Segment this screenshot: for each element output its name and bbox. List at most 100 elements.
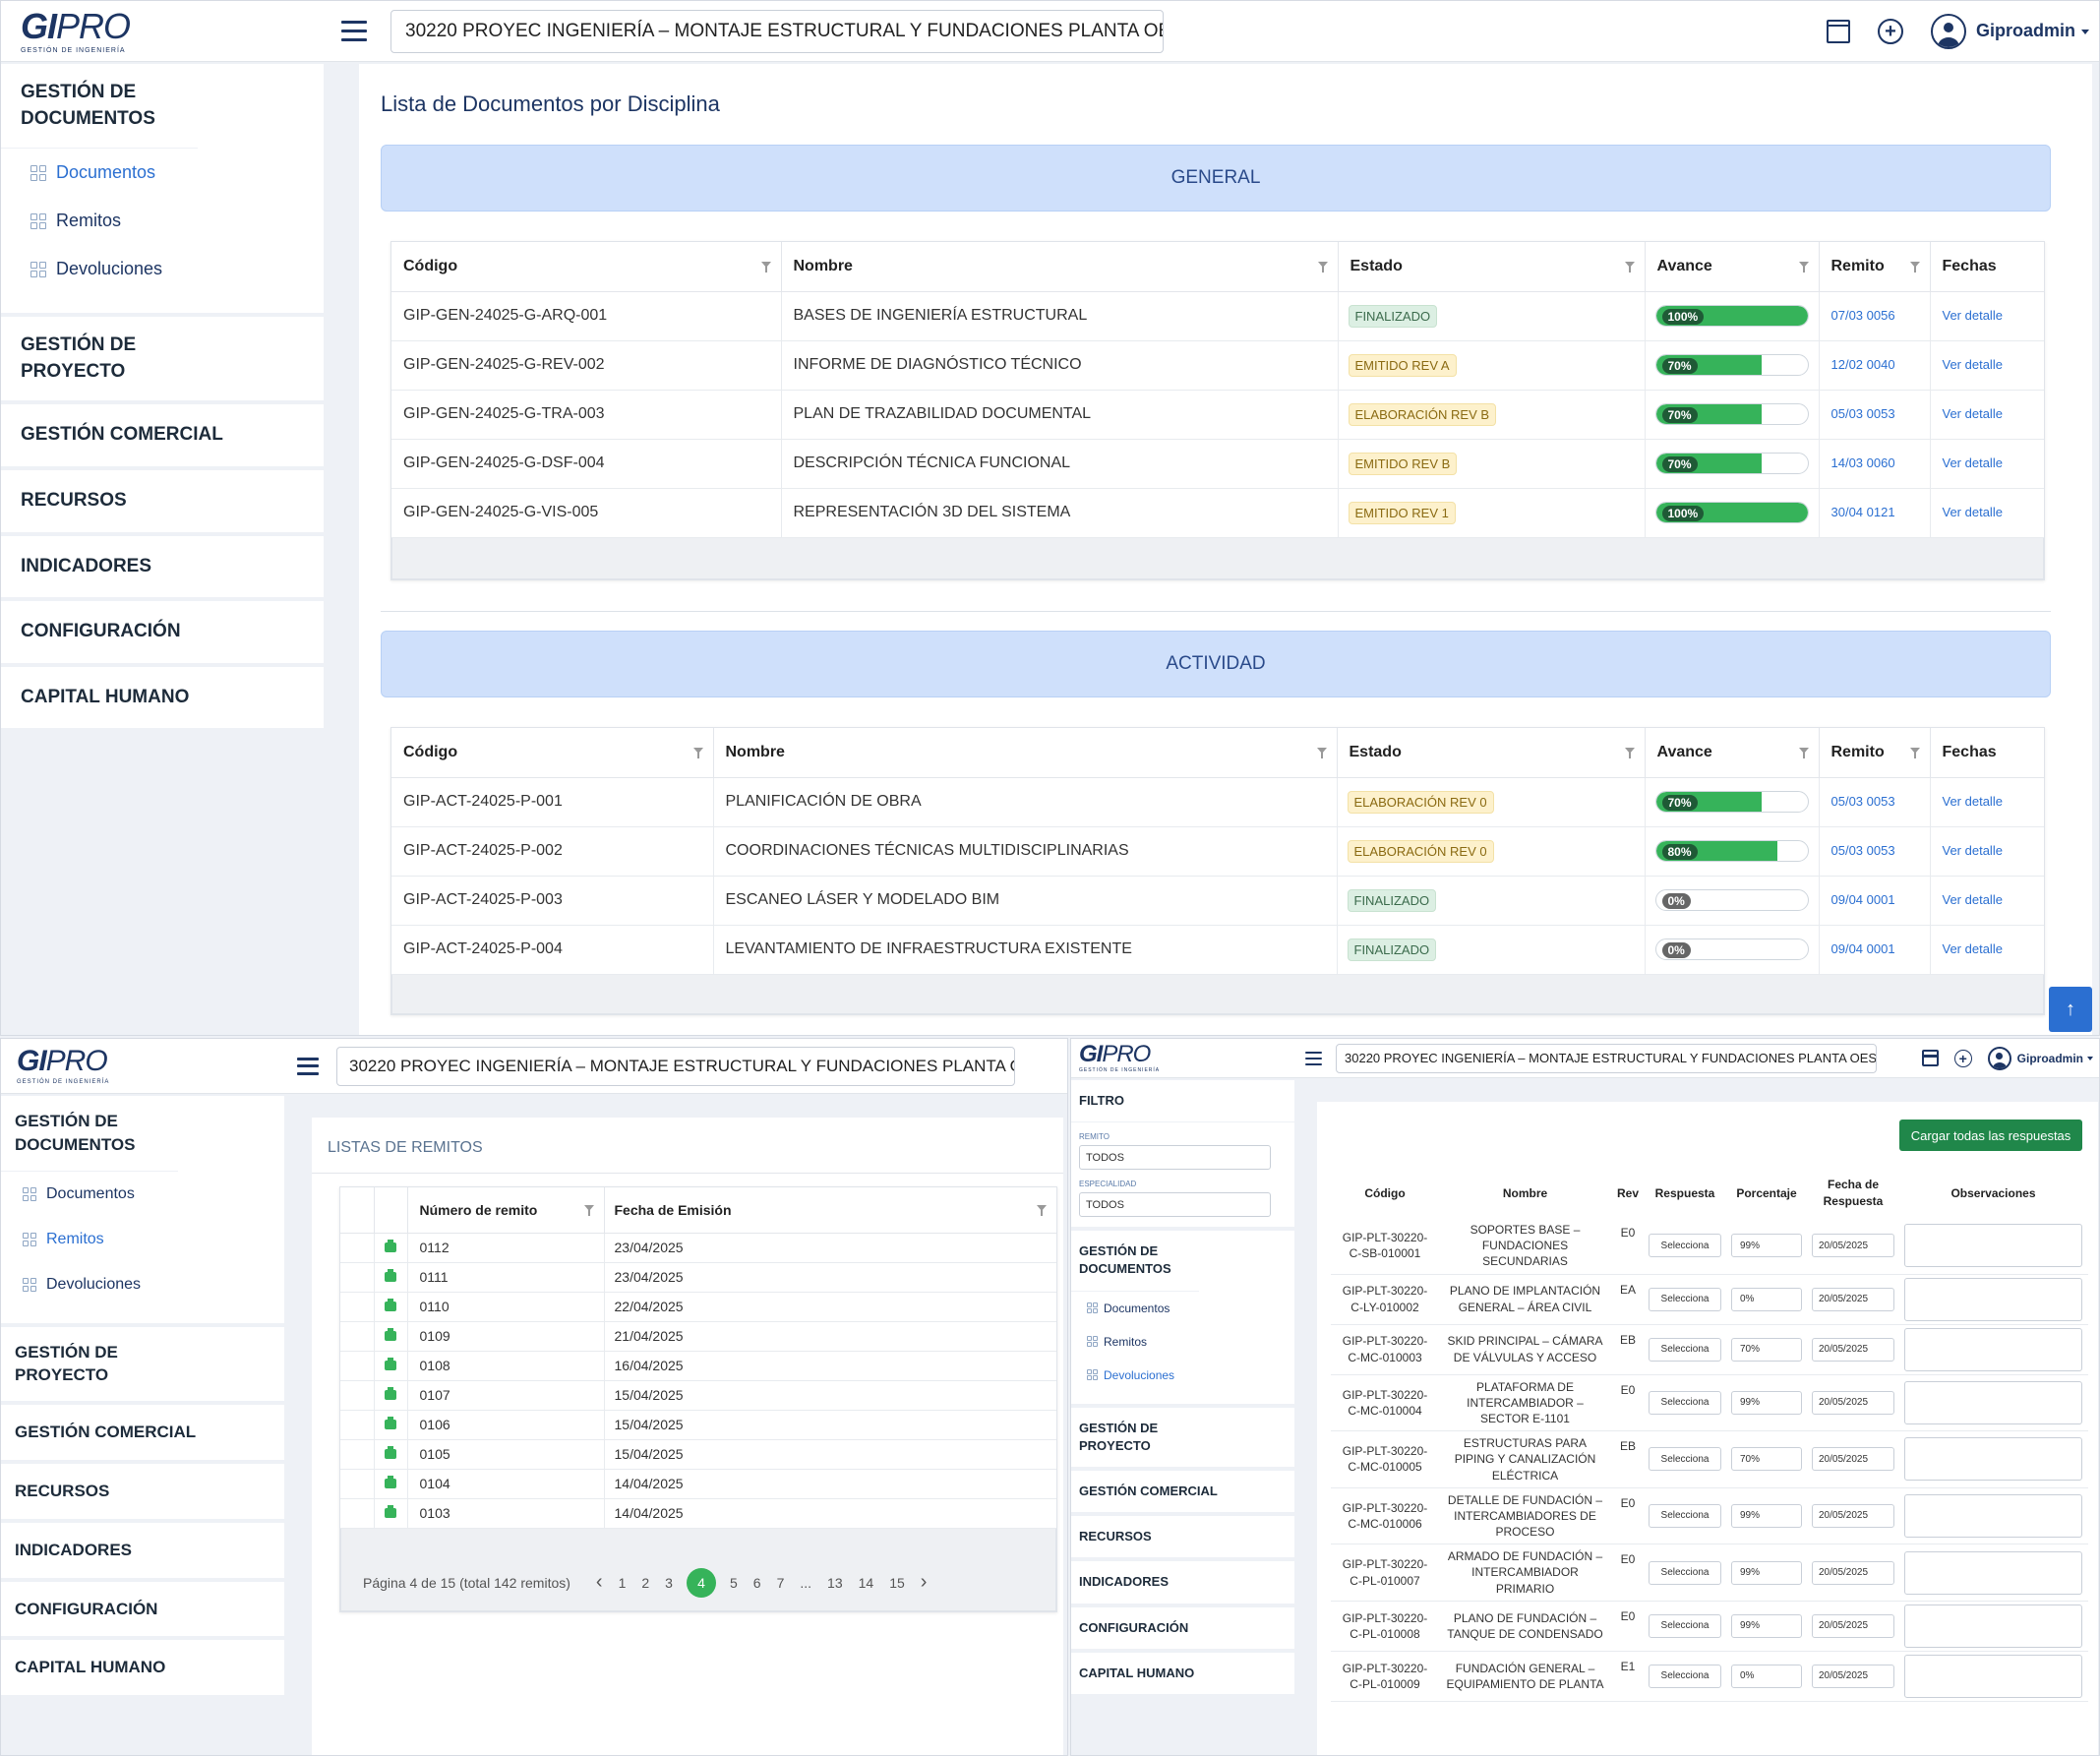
remito-link[interactable]: 14/03 0060: [1831, 455, 1895, 470]
col-estado[interactable]: Estado: [1337, 728, 1646, 778]
respuesta-select[interactable]: Selecciona: [1649, 1613, 1721, 1638]
project-select[interactable]: 30220 PROYEC INGENIERÍA – MONTAJE ESTRUC…: [1336, 1043, 1877, 1073]
filter-icon[interactable]: [760, 261, 771, 272]
ver-detalle-link[interactable]: Ver detalle: [1943, 308, 2003, 323]
hamburger-icon[interactable]: [1305, 1051, 1322, 1065]
remito-link[interactable]: 07/03 0056: [1831, 308, 1895, 323]
sidebar-item-devoluciones[interactable]: Devoluciones: [1, 245, 324, 293]
sidebar-item-documentos[interactable]: Documentos: [1, 1172, 284, 1217]
col-fecha-emision[interactable]: Fecha de Emisión: [604, 1187, 1056, 1234]
row-select-cell[interactable]: [340, 1262, 375, 1293]
sidebar-heading-configuracion[interactable]: CONFIGURACIÓN: [1, 601, 324, 663]
sidebar-heading-recursos[interactable]: RECURSOS: [1071, 1516, 1294, 1557]
page-link[interactable]: 3: [665, 1575, 673, 1591]
table-row[interactable]: GIP-GEN-24025-G-VIS-005 REPRESENTACIÓN 3D…: [391, 488, 2044, 538]
row-select-cell[interactable]: [340, 1233, 375, 1263]
sidebar-heading-gestion-documentos[interactable]: GESTIÓN DE DOCUMENTOS: [1, 64, 198, 150]
fecha-input[interactable]: 20/05/2025: [1812, 1390, 1894, 1415]
remito-link[interactable]: 05/03 0053: [1831, 843, 1895, 858]
project-select[interactable]: 30220 PROYEC INGENIERÍA – MONTAJE ESTRUC…: [390, 9, 1164, 53]
table-row[interactable]: 0111 23/04/2025: [340, 1262, 1056, 1293]
ver-detalle-link[interactable]: Ver detalle: [1943, 455, 2003, 470]
printer-icon[interactable]: [385, 1416, 396, 1429]
plus-circle-icon[interactable]: +: [1877, 18, 1903, 44]
sidebar-heading-configuracion[interactable]: CONFIGURACIÓN: [1, 1582, 284, 1637]
table-row[interactable]: 0104 14/04/2025: [340, 1469, 1056, 1499]
table-row[interactable]: 0107 15/04/2025: [340, 1380, 1056, 1411]
filter-icon[interactable]: [1909, 261, 1920, 272]
col-numero-remito[interactable]: Número de remito: [407, 1187, 605, 1234]
sidebar-heading-gestion-proyecto[interactable]: GESTIÓN DE PROYECTO: [1, 317, 198, 400]
table-row[interactable]: 0110 22/04/2025: [340, 1292, 1056, 1322]
col-codigo[interactable]: Código: [391, 728, 714, 778]
fecha-input[interactable]: 20/05/2025: [1812, 1560, 1894, 1585]
fecha-input[interactable]: 20/05/2025: [1812, 1287, 1894, 1311]
page-link[interactable]: 7: [777, 1575, 785, 1591]
observaciones-textarea[interactable]: [1904, 1437, 2082, 1482]
table-row[interactable]: 0103 14/04/2025: [340, 1498, 1056, 1529]
porcentaje-input[interactable]: 99%: [1731, 1613, 1802, 1638]
sidebar-heading-gestion-comercial[interactable]: GESTIÓN COMERCIAL: [1, 404, 324, 466]
sidebar-heading-capital-humano[interactable]: CAPITAL HUMANO: [1071, 1653, 1294, 1694]
respuesta-select[interactable]: Selecciona: [1649, 1503, 1721, 1528]
sidebar-heading-recursos[interactable]: RECURSOS: [1, 1464, 284, 1519]
table-row[interactable]: GIP-ACT-24025-P-001 PLANIFICACIÓN DE OBRA…: [391, 777, 2044, 827]
observaciones-textarea[interactable]: [1904, 1493, 2082, 1538]
row-select-cell[interactable]: [340, 1410, 375, 1440]
filter-icon[interactable]: [1316, 747, 1327, 758]
calendar-icon[interactable]: [1826, 19, 1850, 43]
ver-detalle-link[interactable]: Ver detalle: [1943, 505, 2003, 519]
sidebar-item-documentos[interactable]: Documentos: [1, 149, 324, 197]
printer-icon[interactable]: [385, 1504, 396, 1518]
col-nombre[interactable]: Nombre: [713, 728, 1338, 778]
table-row[interactable]: GIP-ACT-24025-P-003 ESCANEO LÁSER Y MODEL…: [391, 876, 2044, 926]
col-estado[interactable]: Estado: [1338, 242, 1646, 292]
row-select-cell[interactable]: [340, 1321, 375, 1352]
porcentaje-input[interactable]: 99%: [1731, 1390, 1802, 1415]
printer-icon[interactable]: [385, 1386, 396, 1400]
plus-circle-icon[interactable]: +: [1953, 1049, 1972, 1067]
col-avance[interactable]: Avance: [1645, 242, 1820, 292]
filter-icon[interactable]: [1317, 261, 1328, 272]
col-remito[interactable]: Remito: [1819, 242, 1931, 292]
user-menu[interactable]: Giproadmin: [1976, 21, 2089, 41]
discipline-header-general[interactable]: GENERAL: [381, 145, 2051, 212]
table-row[interactable]: GIP-GEN-24025-G-DSF-004 DESCRIPCIÓN TÉCNI…: [391, 439, 2044, 489]
filter-icon[interactable]: [692, 747, 703, 758]
filter-icon[interactable]: [1624, 261, 1635, 272]
observaciones-textarea[interactable]: [1904, 1550, 2082, 1595]
filter-remito-select[interactable]: TODOS: [1079, 1145, 1271, 1171]
next-page-button[interactable]: ›: [921, 1571, 928, 1594]
sidebar-item-remitos[interactable]: Remitos: [1, 1217, 284, 1262]
printer-icon[interactable]: [385, 1327, 396, 1341]
row-select-cell[interactable]: [340, 1351, 375, 1381]
sidebar-heading-gestion-documentos[interactable]: GESTIÓN DE DOCUMENTOS: [1, 1096, 178, 1172]
fecha-input[interactable]: 20/05/2025: [1812, 1447, 1894, 1472]
remito-link[interactable]: 12/02 0040: [1831, 357, 1895, 372]
filter-icon[interactable]: [1624, 747, 1635, 758]
filter-icon[interactable]: [1037, 1204, 1047, 1216]
porcentaje-input[interactable]: 70%: [1731, 1447, 1802, 1472]
sidebar-item-devoluciones[interactable]: Devoluciones: [1071, 1359, 1294, 1392]
fecha-input[interactable]: 20/05/2025: [1812, 1613, 1894, 1638]
row-select-cell[interactable]: [340, 1439, 375, 1470]
page-link[interactable]: 1: [619, 1575, 627, 1591]
row-select-cell[interactable]: [340, 1498, 375, 1529]
gipro-logo[interactable]: GIPRO GESTIÓN DE INGENIERÍA: [1079, 1043, 1236, 1074]
page-link[interactable]: 2: [641, 1575, 649, 1591]
sidebar-item-documentos[interactable]: Documentos: [1071, 1292, 1294, 1325]
respuesta-select[interactable]: Selecciona: [1649, 1664, 1721, 1688]
printer-icon[interactable]: [385, 1475, 396, 1488]
ver-detalle-link[interactable]: Ver detalle: [1943, 941, 2003, 956]
printer-icon[interactable]: [385, 1239, 396, 1252]
prev-page-button[interactable]: ‹: [596, 1571, 603, 1594]
respuesta-select[interactable]: Selecciona: [1649, 1234, 1721, 1258]
remito-link[interactable]: 05/03 0053: [1831, 406, 1895, 421]
observaciones-textarea[interactable]: [1904, 1654, 2082, 1698]
project-select[interactable]: 30220 PROYEC INGENIERÍA – MONTAJE ESTRUC…: [336, 1046, 1015, 1086]
page-current[interactable]: 4: [686, 1567, 716, 1598]
sidebar-heading-indicadores[interactable]: INDICADORES: [1, 1523, 284, 1578]
table-row[interactable]: 0109 21/04/2025: [340, 1321, 1056, 1352]
printer-icon[interactable]: [385, 1357, 396, 1370]
filter-especialidad-select[interactable]: TODOS: [1079, 1192, 1271, 1218]
